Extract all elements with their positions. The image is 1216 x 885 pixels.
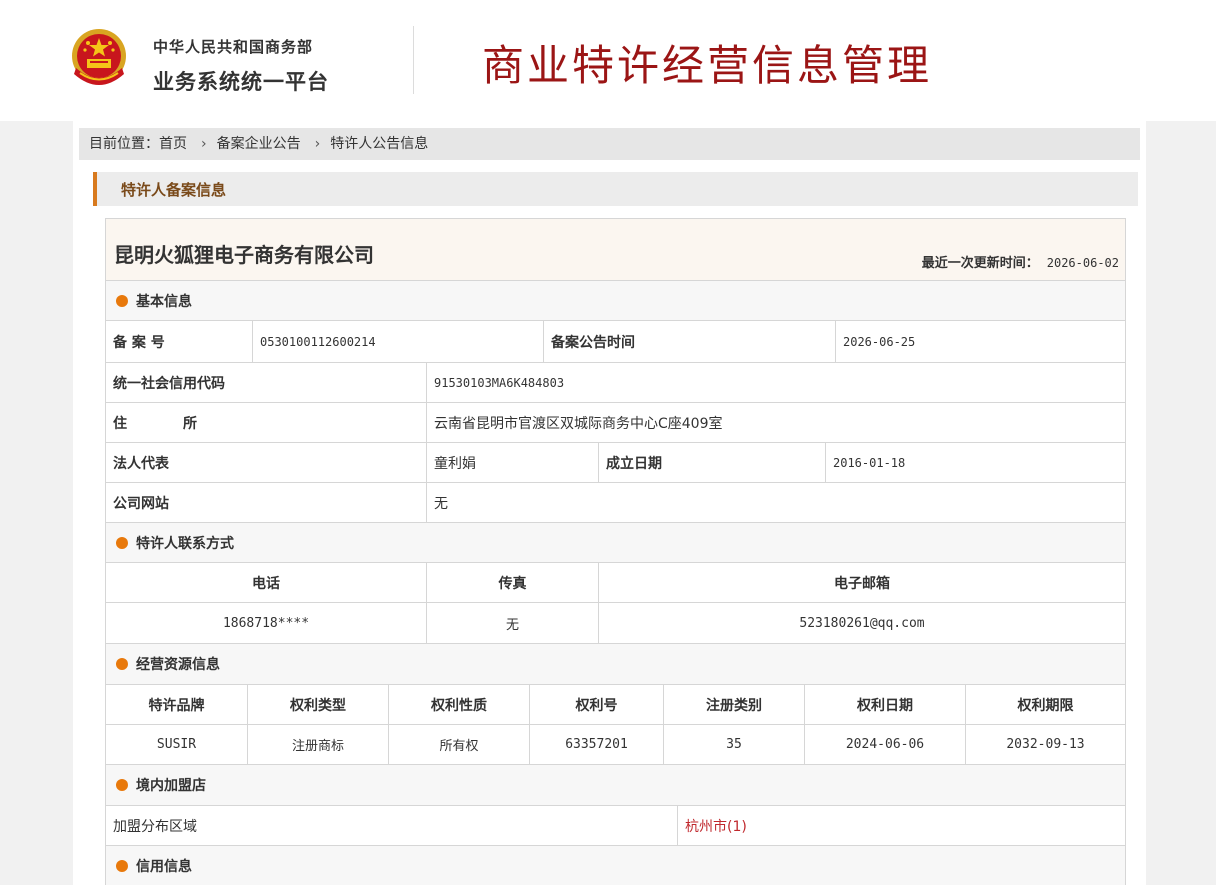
record-row: 备 案 号 0530100112600214 备案公告时间 2026-06-25 — [106, 321, 1125, 363]
bullet-icon — [116, 658, 128, 670]
bullet-icon — [116, 537, 128, 549]
credit-code-row: 统一社会信用代码 91530103MA6K484803 — [106, 363, 1125, 403]
bullet-icon — [116, 860, 128, 872]
last-updated: 最近一次更新时间： 2026-06-02 — [922, 252, 1119, 271]
address-value: 云南省昆明市官渡区双城际商务中心C座409室 — [426, 403, 1125, 442]
legal-rep-value: 童利娟 — [426, 443, 598, 482]
basic-info-heading: 基本信息 — [106, 281, 1125, 321]
last-updated-value: 2026-06-02 — [1046, 256, 1119, 270]
org-name: 中华人民共和国商务部 — [153, 38, 314, 56]
bullet-icon — [116, 779, 128, 791]
bullet-icon — [116, 295, 128, 307]
right-no-value: 63357201 — [529, 725, 663, 764]
email-header: 电子邮箱 — [598, 563, 1125, 602]
right-date-value: 2024-06-06 — [804, 725, 965, 764]
credit-title: 信用信息 — [136, 859, 192, 875]
legal-rep-label: 法人代表 — [113, 455, 169, 472]
franchisor-detail-card: 昆明火狐狸电子商务有限公司 最近一次更新时间： 2026-06-02 基本信息 备… — [105, 218, 1126, 885]
company-name: 昆明火狐狸电子商务有限公司 — [114, 243, 374, 267]
record-no-label: 备 案 号 — [113, 334, 165, 351]
reg-class-value: 35 — [663, 725, 804, 764]
region-value: 杭州市(1) — [677, 806, 1125, 845]
company-header: 昆明火狐狸电子商务有限公司 最近一次更新时间： 2026-06-02 — [106, 219, 1125, 281]
resources-title: 经营资源信息 — [136, 657, 220, 673]
announce-time-value: 2026-06-25 — [835, 321, 1125, 362]
resources-header-row: 特许品牌 权利类型 权利性质 权利号 注册类别 权利日期 权利期限 — [106, 685, 1125, 725]
right-type-value: 注册商标 — [247, 725, 388, 764]
brand-header: 特许品牌 — [148, 697, 205, 714]
right-term-header: 权利期限 — [965, 685, 1125, 724]
address-row: 住 所 云南省昆明市官渡区双城际商务中心C座409室 — [106, 403, 1125, 443]
right-no-header: 权利号 — [529, 685, 663, 724]
contact-value-row: 1868718**** 无 523180261@qq.com — [106, 603, 1125, 644]
phone-value: 1868718**** — [222, 615, 310, 631]
last-updated-label: 最近一次更新时间： — [921, 256, 1039, 271]
credit-code-value: 91530103MA6K484803 — [426, 363, 1125, 402]
fax-header: 传真 — [426, 563, 598, 602]
right-date-header: 权利日期 — [804, 685, 965, 724]
resources-heading: 经营资源信息 — [106, 644, 1125, 685]
contact-heading: 特许人联系方式 — [106, 523, 1125, 563]
region-label: 加盟分布区域 — [113, 818, 197, 835]
record-no-value: 0530100112600214 — [252, 321, 543, 362]
section-header: 特许人备案信息 — [93, 172, 1138, 206]
website-value: 无 — [426, 483, 1125, 522]
right-term-value: 2032-09-13 — [965, 725, 1125, 764]
contact-title: 特许人联系方式 — [136, 536, 234, 552]
header-divider — [413, 26, 414, 94]
site-title: 商业特许经营信息管理 — [482, 41, 933, 90]
site-header: 中华人民共和国商务部 业务系统统一平台 商业特许经营信息管理 — [0, 0, 1216, 121]
reg-class-header: 注册类别 — [663, 685, 804, 724]
website-label: 公司网站 — [113, 495, 169, 512]
breadcrumb-link-announcements[interactable]: 备案企业公告 — [217, 136, 301, 152]
breadcrumb-prefix: 目前位置： — [89, 136, 159, 152]
section-title: 特许人备案信息 — [121, 181, 227, 199]
store-region-row: 加盟分布区域 杭州市(1) — [106, 806, 1125, 846]
breadcrumb: 目前位置：首页 › 备案企业公告 › 特许人公告信息 — [79, 128, 1140, 160]
stores-heading: 境内加盟店 — [106, 765, 1125, 806]
right-nature-header: 权利性质 — [388, 685, 529, 724]
breadcrumb-link-home[interactable]: 首页 — [159, 136, 187, 152]
platform-name: 业务系统统一平台 — [153, 70, 329, 94]
stores-title: 境内加盟店 — [136, 778, 206, 794]
phone-header: 电话 — [252, 575, 280, 592]
chevron-right-icon: › — [201, 136, 207, 152]
credit-heading: 信用信息 — [106, 846, 1125, 885]
founded-value: 2016-01-18 — [825, 443, 1125, 482]
email-value: 523180261@qq.com — [598, 603, 1125, 643]
founded-label: 成立日期 — [598, 443, 825, 482]
contact-header-row: 电话 传真 电子邮箱 — [106, 563, 1125, 603]
announce-time-label: 备案公告时间 — [543, 321, 835, 362]
main-content: 目前位置：首页 › 备案企业公告 › 特许人公告信息 特许人备案信息 昆明火狐狸电子商务… — [73, 121, 1146, 885]
resources-data-row: SUSIR 注册商标 所有权 63357201 35 2024-06-06 20… — [106, 725, 1125, 765]
basic-info-title: 基本信息 — [136, 294, 192, 310]
breadcrumb-current: 特许人公告信息 — [330, 136, 429, 152]
national-emblem-icon — [72, 29, 126, 85]
brand-value: SUSIR — [156, 737, 197, 752]
fax-value: 无 — [426, 603, 598, 643]
right-type-header: 权利类型 — [247, 685, 388, 724]
region-link-hangzhou[interactable]: 杭州市(1) — [685, 816, 747, 836]
website-row: 公司网站 无 — [106, 483, 1125, 523]
legal-rep-row: 法人代表 童利娟 成立日期 2016-01-18 — [106, 443, 1125, 483]
credit-code-label: 统一社会信用代码 — [113, 375, 225, 392]
address-label: 住 所 — [113, 415, 197, 432]
chevron-right-icon: › — [314, 136, 321, 152]
right-nature-value: 所有权 — [388, 725, 529, 764]
